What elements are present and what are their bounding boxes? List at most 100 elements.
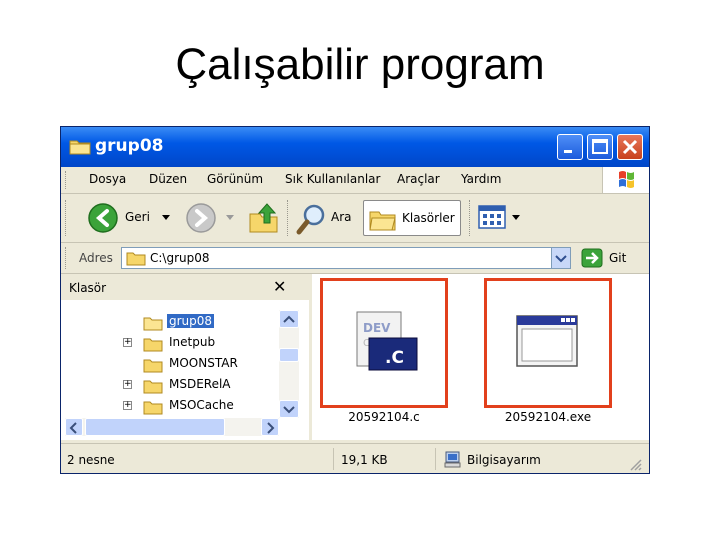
maximize-button[interactable]	[587, 134, 613, 160]
title-bar[interactable]: grup08	[61, 127, 649, 167]
address-dropdown-button[interactable]	[551, 248, 570, 268]
tree-vertical-scrollbar[interactable]	[279, 310, 299, 418]
tree-item-moonstar[interactable]: MOONSTAR	[61, 354, 279, 374]
executable-window-icon	[516, 315, 578, 367]
tree-item-label: grup08	[167, 314, 215, 328]
menu-sik-kullanilanlar[interactable]: Sık Kullanılanlar	[285, 172, 380, 186]
minimize-button[interactable]	[557, 134, 583, 160]
file-name: 20592104.exe	[504, 410, 592, 424]
windows-logo	[602, 167, 649, 193]
address-grip[interactable]	[65, 247, 69, 269]
forward-button[interactable]	[185, 202, 241, 234]
folder-icon	[143, 380, 163, 394]
status-size: 19,1 KB	[341, 453, 388, 467]
expand-toggle[interactable]: +	[123, 401, 132, 410]
scroll-left-button[interactable]	[65, 418, 83, 436]
search-button[interactable]: Ara	[295, 200, 357, 236]
menu-grip[interactable]	[65, 171, 69, 189]
tree-item-inetpub[interactable]: + Inetpub	[61, 333, 279, 353]
chevron-down-icon	[512, 215, 520, 220]
expand-toggle[interactable]: +	[123, 338, 132, 347]
folders-label: Klasörler	[402, 211, 455, 225]
search-icon	[296, 204, 325, 235]
tree-item-grup08[interactable]: grup08	[61, 312, 279, 332]
menu-yardim[interactable]: Yardım	[461, 172, 501, 186]
back-button[interactable]: Geri	[87, 202, 177, 234]
close-icon	[622, 139, 638, 155]
folder-pane-title: Klasör	[69, 281, 107, 295]
status-item-count: 2 nesne	[67, 453, 115, 467]
folder-icon	[143, 401, 163, 415]
up-folder-button[interactable]	[247, 200, 281, 236]
scroll-thumb[interactable]	[85, 418, 225, 436]
go-label: Git	[609, 251, 627, 265]
menu-duzen[interactable]: Düzen	[149, 172, 187, 186]
up-folder-icon	[249, 203, 278, 233]
menu-gorunum[interactable]: Görünüm	[207, 172, 263, 186]
tree-horizontal-scrollbar[interactable]	[65, 418, 279, 436]
explorer-window: grup08 Dosya Düzen Görünüm Sık Kullanıla…	[60, 126, 650, 474]
address-label: Adres	[79, 251, 113, 265]
chevron-down-icon	[162, 215, 170, 220]
menu-araclar[interactable]: Araçlar	[397, 172, 440, 186]
window-title: grup08	[95, 136, 164, 156]
windows-flag-icon	[619, 171, 634, 188]
menu-bar: Dosya Düzen Görünüm Sık Kullanılanlar Ar…	[61, 167, 649, 194]
address-value: C:\grup08	[150, 251, 210, 265]
folder-icon	[143, 338, 163, 352]
folder-icon	[126, 252, 146, 266]
folders-button[interactable]: Klasörler	[363, 200, 461, 236]
chevron-down-icon	[283, 406, 295, 414]
resize-grip-icon[interactable]	[627, 456, 643, 472]
folder-pane-header: Klasör ✕	[61, 274, 309, 300]
c-source-file-icon: DEV C++	[356, 311, 418, 371]
tree-item-label: MSDERelA	[169, 377, 231, 391]
status-location: Bilgisayarım	[467, 453, 541, 467]
tree-item-label: Inetpub	[169, 335, 216, 349]
toolbar-grip[interactable]	[65, 200, 69, 236]
folders-icon	[369, 211, 396, 231]
folder-icon	[143, 359, 163, 373]
chevron-down-icon	[555, 255, 567, 263]
address-input[interactable]: C:\grup08	[121, 247, 571, 269]
go-arrow-icon	[581, 248, 603, 268]
close-button[interactable]	[617, 134, 643, 160]
toolbar-separator	[287, 200, 291, 236]
slide-title: Çalışabilir program	[175, 40, 545, 89]
expand-toggle[interactable]: +	[123, 380, 132, 389]
file-item-executable[interactable]: 20592104.exe	[483, 274, 613, 434]
views-button[interactable]	[477, 202, 521, 234]
standard-toolbar: Geri Ara Klasörler	[61, 194, 649, 243]
tree-item-msocache[interactable]: + MSOCache	[61, 396, 279, 416]
svg-text:DEV: DEV	[363, 321, 391, 335]
tree-item-label: MSOCache	[169, 398, 234, 412]
scroll-thumb[interactable]	[279, 348, 299, 362]
back-arrow-icon	[88, 203, 118, 233]
address-bar: Adres C:\grup08 Git	[61, 243, 649, 274]
folder-icon	[143, 317, 163, 331]
file-list-pane: DEV C++ .C 20592104.c 20592104.exe	[312, 274, 649, 440]
search-label: Ara	[331, 210, 352, 224]
status-bar: 2 nesne 19,1 KB Bilgisayarım	[61, 443, 649, 473]
content-area: Klasör ✕ grup08 + Inetpub MOONSTAR + MSD…	[61, 274, 649, 440]
folder-pane-close-button[interactable]: ✕	[273, 277, 286, 296]
chevron-down-icon	[226, 215, 234, 220]
forward-arrow-icon	[186, 203, 216, 233]
file-item-c-source[interactable]: DEV C++ .C 20592104.c	[319, 274, 449, 434]
tree-item-label: MOONSTAR	[169, 356, 238, 370]
scroll-up-button[interactable]	[279, 310, 299, 328]
scroll-down-button[interactable]	[279, 400, 299, 418]
views-icon	[478, 205, 506, 229]
maximize-icon	[592, 139, 608, 154]
my-computer-icon	[444, 451, 461, 468]
tree-item-msderela[interactable]: + MSDERelA	[61, 375, 279, 395]
menu-dosya[interactable]: Dosya	[89, 172, 126, 186]
back-label: Geri	[125, 210, 150, 224]
chevron-left-icon	[69, 422, 77, 434]
chevron-right-icon	[267, 422, 275, 434]
c-file-badge: .C	[385, 348, 404, 368]
go-button[interactable]: Git	[581, 248, 641, 270]
folder-tree-pane: Klasör ✕ grup08 + Inetpub MOONSTAR + MSD…	[61, 274, 312, 440]
scroll-right-button[interactable]	[261, 418, 279, 436]
folder-icon	[69, 140, 91, 155]
